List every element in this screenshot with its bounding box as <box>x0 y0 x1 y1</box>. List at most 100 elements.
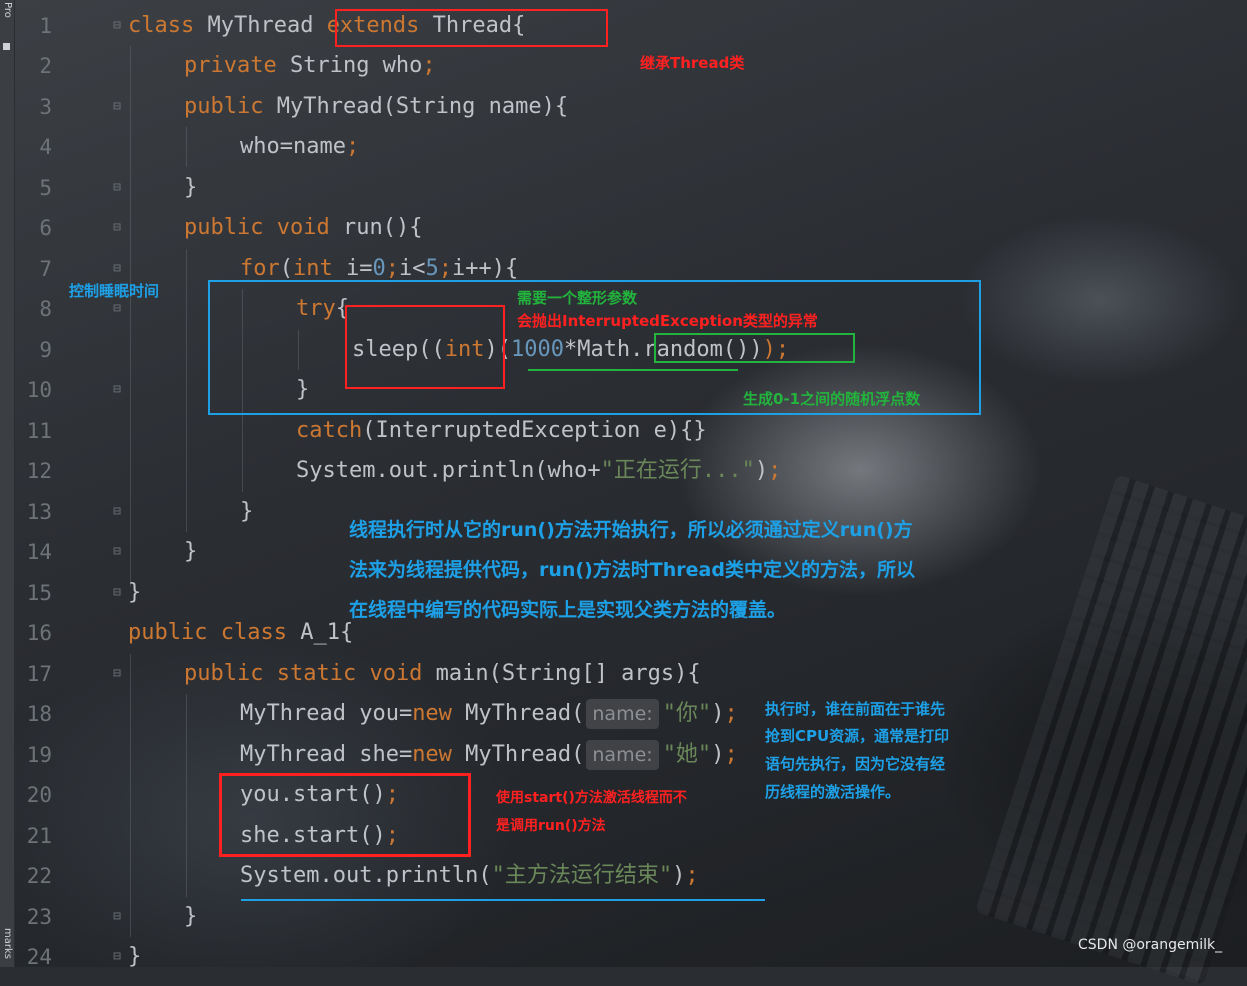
random-highlight-box <box>654 333 855 363</box>
code-text: ) <box>711 701 725 726</box>
code-line[interactable]: System.out.println("主方法运行结束"); <box>240 856 699 896</box>
string-literal: "她" <box>662 742 712 767</box>
order-note-line-1: 执行时，谁在前面在于谁先 <box>765 700 946 718</box>
code-line[interactable]: public MyThread(String name){ <box>184 87 568 127</box>
code-line[interactable]: } <box>240 492 253 532</box>
code-line[interactable]: MyThread you=new MyThread(name: "你"); <box>240 694 738 734</box>
fold-icon[interactable]: ⊟ <box>109 382 125 398</box>
code-text: MyThread(String name){ <box>263 94 569 119</box>
random-note: 生成0-1之间的随机浮点数 <box>743 390 921 408</box>
keyword: new <box>412 701 452 726</box>
line-number: 23 <box>26 905 52 929</box>
code-text: } <box>128 580 142 605</box>
parameter-hint: name: <box>586 699 659 729</box>
fold-icon[interactable]: ⊟ <box>109 180 125 196</box>
code-text: } <box>184 904 198 929</box>
code-text: MyThread( <box>451 701 585 726</box>
fold-icon[interactable]: ⊟ <box>109 909 125 925</box>
line-number: 21 <box>26 824 52 848</box>
fold-icon[interactable]: ⊟ <box>109 261 125 277</box>
code-text: ) <box>711 742 725 767</box>
punctuation: ; <box>724 742 738 767</box>
string-literal: "你" <box>662 701 712 726</box>
code-text: ) <box>672 863 686 888</box>
fold-icon[interactable]: ⊟ <box>109 18 125 34</box>
fold-icon[interactable]: ⊟ <box>109 99 125 115</box>
keyword: class <box>207 620 287 645</box>
fold-icon[interactable]: ⊟ <box>109 949 125 965</box>
keyword: void <box>263 215 330 240</box>
line-number: 20 <box>26 783 52 807</box>
code-line[interactable]: catch(InterruptedException e){} <box>296 411 707 451</box>
fold-icon[interactable]: ⊟ <box>109 544 125 560</box>
order-note-line-3: 语句先执行，因为它没有经 <box>765 755 946 773</box>
indent-guide <box>130 46 131 586</box>
punctuation: ; <box>422 53 436 78</box>
watermark: CSDN @orangemilk_ <box>1078 937 1223 953</box>
code-text: ) <box>754 458 769 483</box>
line-number: 7 <box>39 257 52 281</box>
code-line[interactable]: } <box>128 573 141 613</box>
project-tool-tab[interactable]: Pro <box>1 2 13 38</box>
code-text: i++){ <box>452 256 519 281</box>
fold-icon[interactable]: ⊟ <box>109 220 125 236</box>
left-tool-window-strip: Pro marks <box>0 0 15 967</box>
code-line[interactable]: public void run(){ <box>184 208 422 248</box>
line-number: 19 <box>26 743 52 767</box>
code-text: } <box>128 944 142 969</box>
line-number: 15 <box>26 581 52 605</box>
fold-icon[interactable]: ⊟ <box>109 301 125 317</box>
fold-icon[interactable]: ⊟ <box>109 585 125 601</box>
punctuation: ; <box>724 701 738 726</box>
code-text: ( <box>279 256 293 281</box>
code-line[interactable]: System.out.println(who+"正在运行..."); <box>296 451 781 491</box>
code-text: (InterruptedException e){} <box>362 418 707 443</box>
code-text: System.out.println(who+ <box>296 458 601 483</box>
code-line[interactable]: public static void main(String[] args){ <box>184 654 701 694</box>
project-tab-icon <box>3 43 10 50</box>
code-text: A_1{ <box>286 620 354 645</box>
keyword: public <box>184 94 264 119</box>
keyword: public <box>128 620 208 645</box>
run-explanation-line-1: 线程执行时从它的run()方法开始执行，所以必须通过定义run()方 <box>349 519 913 541</box>
code-line[interactable]: who=name; <box>240 127 359 167</box>
run-explanation-line-2: 法来为线程提供代码，run()方法时Thread类中定义的方法，所以 <box>349 559 915 581</box>
punctuation: ; <box>345 134 360 159</box>
keyword: class <box>128 13 195 38</box>
indent-guide <box>186 694 187 897</box>
line-number: 14 <box>26 540 52 564</box>
code-line[interactable]: MyThread she=new MyThread(name: "她"); <box>240 735 738 775</box>
code-line[interactable]: } <box>128 937 141 977</box>
cast-underline <box>528 369 738 371</box>
order-note-line-4: 历线程的激活操作。 <box>765 783 901 801</box>
string-literal: "正在运行..." <box>600 458 755 483</box>
fold-icon[interactable]: ⊟ <box>109 504 125 520</box>
line-number: 6 <box>39 216 52 240</box>
line-number: 9 <box>39 338 52 362</box>
int-param-note: 需要一个整形参数 <box>517 289 638 307</box>
code-text: MyThread( <box>451 742 585 767</box>
code-text: } <box>184 539 198 564</box>
keyword: public <box>184 661 264 686</box>
line-number: 24 <box>26 945 52 969</box>
start-calls-highlight-box <box>219 773 471 857</box>
code-line[interactable]: private String who; <box>184 46 436 86</box>
line-number: 10 <box>26 378 52 402</box>
keyword: public <box>184 215 264 240</box>
bookmarks-tool-tab[interactable]: marks <box>1 928 13 964</box>
line-number: 16 <box>26 621 52 645</box>
line-number: 1 <box>39 14 52 38</box>
order-note-line-2: 抢到CPU资源，通常是打印 <box>765 727 950 745</box>
code-line[interactable]: } <box>184 532 197 572</box>
exception-note: 会抛出InterruptedException类型的异常 <box>517 312 818 330</box>
code-text: MyThread you= <box>240 701 413 726</box>
main-end-underline <box>241 899 765 901</box>
code-line[interactable]: } <box>184 897 197 937</box>
code-line[interactable]: } <box>184 168 197 208</box>
fold-icon[interactable]: ⊟ <box>109 666 125 682</box>
code-line[interactable]: public class A_1{ <box>128 613 353 653</box>
start-note-line-2: 是调用run()方法 <box>496 818 606 834</box>
punctuation: ; <box>438 256 452 281</box>
indent-guide <box>130 654 131 937</box>
code-text: run(){ <box>329 215 423 240</box>
